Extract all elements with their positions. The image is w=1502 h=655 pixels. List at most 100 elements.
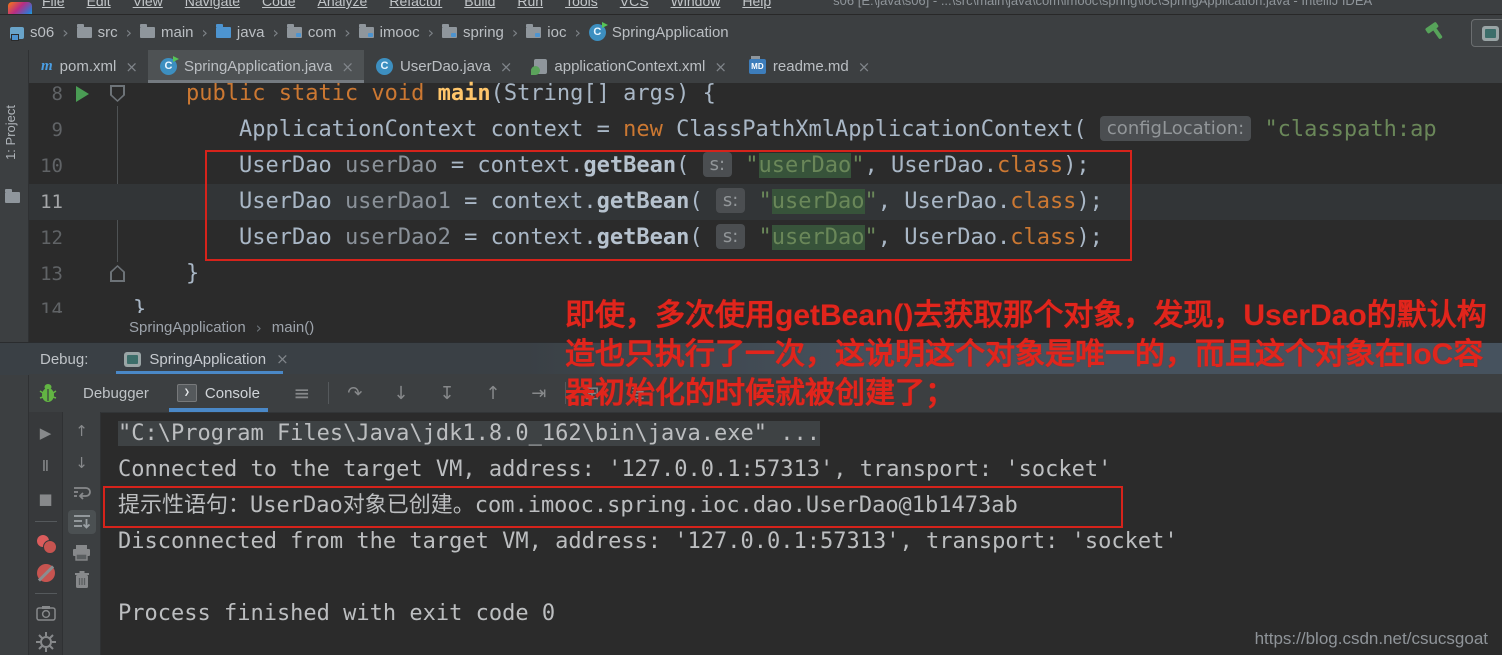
console-text: Disconnected from the target VM, address… (118, 529, 1178, 554)
package-icon (442, 24, 458, 38)
chevron-icon: › (272, 23, 279, 42)
breadcrumb-item-imooc[interactable]: imooc (358, 24, 420, 41)
stop-icon[interactable]: ■ (34, 488, 58, 510)
step-over-icon[interactable]: ↷ (343, 383, 367, 404)
code-token: ApplicationContext context = (238, 117, 624, 142)
console-line-2: Connected to the target VM, address: '12… (101, 452, 1502, 488)
close-icon[interactable]: × (714, 58, 727, 76)
console-highlight-red-box (103, 486, 1123, 528)
menu-file[interactable]: File (42, 0, 65, 14)
menu-navigate[interactable]: Navigate (185, 0, 240, 14)
build-hammer-icon[interactable] (1421, 16, 1452, 47)
menu-analyze[interactable]: Analyze (318, 0, 368, 14)
code-token: new (623, 117, 677, 142)
annotation-line: 造也只执行了一次，这说明这个对象是唯一的，而且这个对象在IoC容 (565, 338, 1484, 371)
code-token: ClassPathXmlApplicationContext( (676, 117, 1100, 142)
breadcrumb-method[interactable]: main() (272, 319, 315, 336)
class-run-icon: C (159, 56, 179, 75)
view-breakpoints-icon[interactable] (36, 533, 57, 554)
menu-code[interactable]: Code (262, 0, 295, 14)
breadcrumb-item-java[interactable]: java (215, 24, 264, 41)
close-icon[interactable]: × (125, 58, 138, 76)
fold-end-icon[interactable] (110, 265, 125, 282)
run-line-icon[interactable] (76, 86, 89, 102)
run-to-cursor-icon[interactable]: ⇥ (527, 383, 551, 404)
menu-tools[interactable]: Tools (565, 0, 598, 14)
source-folder-icon (215, 24, 231, 38)
scroll-to-end-icon[interactable] (67, 510, 96, 534)
folder-icon (76, 24, 92, 38)
step-into-icon[interactable]: ↓ (389, 383, 413, 404)
breadcrumb-item-src[interactable]: src (76, 24, 118, 41)
terminal-icon: ❯ (176, 384, 197, 402)
thread-dump-camera-icon[interactable] (35, 605, 56, 621)
menu-view[interactable]: View (133, 0, 163, 14)
line-number: 11 (40, 191, 63, 213)
menu-build[interactable]: Build (464, 0, 495, 14)
line-number: 14 (40, 299, 63, 313)
mute-breakpoints-icon[interactable] (36, 564, 55, 582)
tab-label: applicationContext.xml (554, 58, 706, 75)
chevron-icon: › (125, 23, 132, 42)
print-icon[interactable] (72, 544, 91, 561)
menu-run[interactable]: Run (517, 0, 543, 14)
menu-edit[interactable]: Edit (87, 0, 111, 14)
menu-window[interactable]: Window (671, 0, 721, 14)
breadcrumb-item-ioc[interactable]: ioc (526, 24, 566, 41)
restore-layout-icon[interactable]: ≡ (290, 381, 314, 405)
tab-label: readme.md (772, 58, 849, 75)
step-out-icon[interactable]: ↑ (481, 383, 505, 404)
code-token: configLocation: (1099, 116, 1252, 141)
breadcrumb-item-spring[interactable]: spring (442, 24, 504, 41)
intellij-logo-icon (8, 2, 32, 14)
close-icon[interactable]: × (858, 58, 871, 76)
breadcrumb-label: com (307, 24, 337, 41)
breadcrumb-label: imooc (379, 24, 420, 41)
breadcrumb-item-main[interactable]: main (140, 24, 194, 41)
breadcrumb-label: s06 (30, 24, 55, 41)
breadcrumb-item-s06[interactable]: s06 (10, 24, 54, 41)
debug-session-tab[interactable]: SpringApplication × (116, 343, 296, 375)
menu-refactor[interactable]: Refactor (389, 0, 442, 14)
line-number: 8 (51, 83, 63, 105)
resume-program-icon[interactable]: ▶ (34, 422, 58, 444)
close-icon[interactable]: × (341, 58, 354, 76)
code-token: } (133, 261, 200, 286)
down-the-stack-icon[interactable]: ↓ (70, 452, 94, 474)
clear-all-trash-icon[interactable] (74, 571, 90, 589)
code-token: "classpath:ap (1264, 117, 1437, 142)
soft-wrap-icon[interactable] (72, 484, 92, 500)
tab-debugger[interactable]: Debugger (83, 385, 149, 402)
line-number: 13 (40, 263, 63, 285)
menu-vcs[interactable]: VCS (620, 0, 649, 14)
tab-console[interactable]: ❯ Console (167, 374, 270, 412)
console-line-1: "C:\Program Files\Java\jdk1.8.0_162\bin\… (101, 416, 1502, 452)
fold-collapse-icon[interactable] (110, 85, 125, 102)
active-tab-underline (168, 408, 268, 412)
breadcrumb-class[interactable]: SpringApplication (129, 319, 246, 336)
settings-gear-icon[interactable] (35, 632, 56, 652)
breadcrumb-item-springapplication[interactable]: C SpringApplication (588, 22, 729, 41)
run-configuration-select[interactable]: Spr (1470, 19, 1502, 47)
breadcrumb-label: ioc (547, 24, 567, 41)
package-icon (358, 24, 374, 38)
code-line-8: 8 public static void main(String[] args)… (29, 76, 1502, 112)
separator (327, 382, 329, 404)
debug-bug-icon (39, 384, 57, 402)
menu-help[interactable]: Help (742, 0, 771, 14)
console-control-column: ↑ ↓ (63, 412, 101, 655)
force-step-into-icon[interactable]: ↧ (435, 383, 459, 404)
chevron-icon: › (511, 23, 519, 42)
console-output[interactable]: "C:\Program Files\Java\jdk1.8.0_162\bin\… (101, 416, 1502, 655)
tab-label: SpringApplication.java (183, 58, 333, 75)
breadcrumb-item-com[interactable]: com (286, 24, 337, 41)
breadcrumb-label: src (97, 24, 118, 41)
up-the-stack-icon[interactable]: ↑ (70, 420, 94, 442)
pause-program-icon[interactable]: Ⅱ (34, 455, 58, 477)
class-icon: C (375, 58, 393, 75)
breadcrumb-label: main (161, 24, 194, 41)
close-icon[interactable]: × (500, 58, 513, 76)
console-line-4: Disconnected from the target VM, address… (101, 524, 1502, 560)
close-icon[interactable]: × (276, 350, 289, 368)
project-toolwindow-button[interactable]: 1: Project (3, 105, 18, 160)
